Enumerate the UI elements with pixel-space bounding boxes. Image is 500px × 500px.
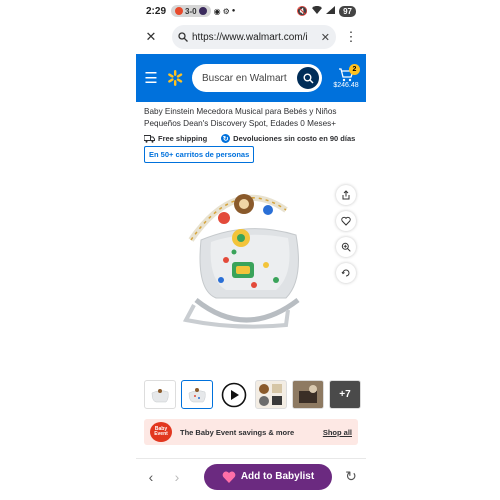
thumbnail[interactable] xyxy=(144,380,176,409)
video-thumbnail[interactable] xyxy=(218,380,250,409)
phone-screen: 2:29 3-0 ◉ ⚙ ● 🔇 97 ✕ https://www.walmar… xyxy=(136,0,366,500)
baby-event-logo: Baby Event xyxy=(150,422,172,442)
search-icon xyxy=(178,32,188,42)
refresh-icon[interactable]: ↻ xyxy=(342,468,360,486)
walmart-header: ☰ Buscar en Walmart 2 $246.48 xyxy=(136,54,366,102)
thumbnail-selected[interactable] xyxy=(181,380,213,409)
battery-badge: 97 xyxy=(339,5,356,17)
notification-icon: ◉ xyxy=(213,6,221,16)
menu-icon[interactable]: ☰ xyxy=(142,69,160,87)
shop-all-link[interactable]: Shop all xyxy=(323,428,352,437)
close-icon[interactable]: ✕ xyxy=(142,28,160,46)
cart-count-badge: 2 xyxy=(349,63,360,75)
image-actions xyxy=(336,185,356,283)
add-to-babylist-button[interactable]: Add to Babylist xyxy=(204,463,332,490)
returns-icon: ↻ xyxy=(221,134,231,143)
cart-total: $246.48 xyxy=(333,81,359,89)
share-icon[interactable] xyxy=(336,185,356,205)
mute-icon: 🔇 xyxy=(296,5,309,16)
thumbnail[interactable] xyxy=(255,380,287,409)
heart-icon[interactable] xyxy=(336,211,356,231)
status-bar: 2:29 3-0 ◉ ⚙ ● 🔇 97 xyxy=(136,0,366,22)
heart-icon xyxy=(222,471,236,483)
settings-icon: ⚙ xyxy=(222,6,230,16)
team-logo-icon xyxy=(198,7,207,15)
product-title: Baby Einstein Mecedora Musical para Bebé… xyxy=(144,107,337,128)
status-right: 🔇 97 xyxy=(296,5,356,17)
status-time: 2:29 xyxy=(146,5,167,17)
free-shipping-label: Free shipping xyxy=(158,134,208,143)
play-icon xyxy=(221,382,247,407)
returns-label: Devoluciones sin costo en 90 días xyxy=(233,134,356,143)
browser-address-bar: ✕ https://www.walmart.com/i ✕ ⋮ xyxy=(136,22,366,52)
shipping-row: Free shipping ↻ Devoluciones sin costo e… xyxy=(144,134,355,143)
babylist-label: Add to Babylist xyxy=(240,471,315,482)
360-view-icon[interactable] xyxy=(336,263,356,283)
back-arrow-icon[interactable]: ‹ xyxy=(142,468,160,486)
carts-badge: En 50+ carritos de personas xyxy=(144,146,255,163)
cart-button[interactable]: 2 $246.48 xyxy=(332,63,360,89)
wifi-icon xyxy=(312,5,323,16)
more-thumbnails[interactable]: +7 xyxy=(329,380,361,409)
clear-url-icon[interactable]: ✕ xyxy=(321,31,330,44)
zoom-icon[interactable] xyxy=(336,237,356,257)
truck-icon xyxy=(144,134,155,143)
search-placeholder: Buscar en Walmart xyxy=(202,72,287,84)
forward-arrow-icon[interactable]: › xyxy=(168,468,186,486)
search-input[interactable]: Buscar en Walmart xyxy=(192,64,322,92)
score-text: 3-0 xyxy=(185,6,197,16)
search-button[interactable] xyxy=(297,67,319,89)
more-options-icon[interactable]: ⋮ xyxy=(342,28,360,46)
url-text: https://www.walmart.com/i xyxy=(192,31,308,43)
search-icon xyxy=(303,73,313,83)
promo-banner[interactable]: Baby Event The Baby Event savings & more… xyxy=(144,419,358,445)
thumbnail[interactable] xyxy=(292,380,324,409)
live-score-pill: 3-0 xyxy=(171,5,211,17)
product-image[interactable] xyxy=(176,180,316,340)
walmart-spark-logo[interactable] xyxy=(166,69,184,87)
promo-message: The Baby Event savings & more xyxy=(180,427,295,437)
thumbnail-strip: +7 xyxy=(144,380,361,409)
team-logo-icon xyxy=(175,7,184,15)
dot-icon: ● xyxy=(231,8,236,14)
signal-icon xyxy=(326,6,336,16)
bottom-toolbar: ‹ › Add to Babylist ↻ xyxy=(136,458,366,494)
url-field[interactable]: https://www.walmart.com/i ✕ xyxy=(172,25,336,49)
